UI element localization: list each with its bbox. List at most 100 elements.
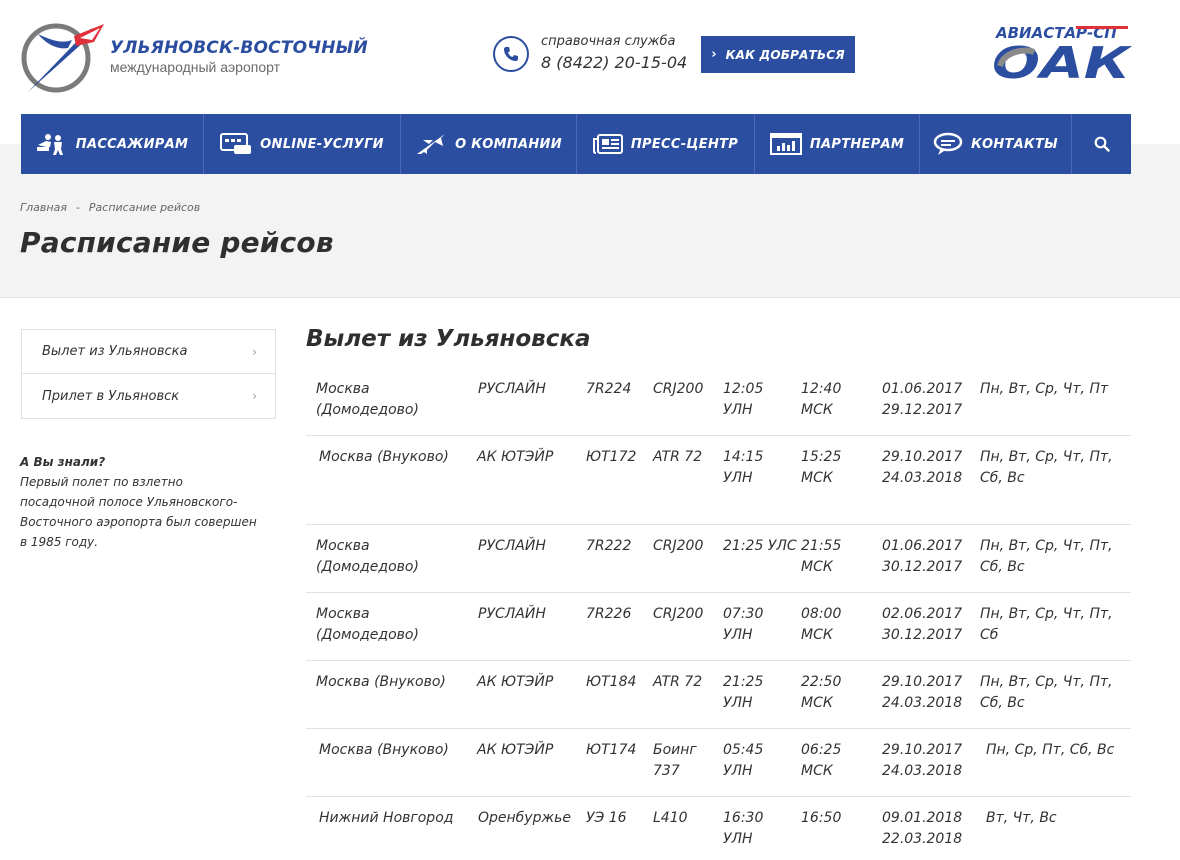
phone-number[interactable]: 8 (8422) 20-15-04 xyxy=(541,53,687,72)
nav-item-partners[interactable]: ПАРТНЕРАМ xyxy=(755,114,920,174)
nav-item-about[interactable]: О КОМПАНИИ xyxy=(401,114,577,174)
flight-number-cell: ЮТ172 xyxy=(586,449,637,465)
arrival-time-cell: 12:40 МСК xyxy=(801,381,842,418)
nav-item-press-center[interactable]: ПРЕСС-ЦЕНТР xyxy=(577,114,755,174)
nav-label: О КОМПАНИИ xyxy=(455,136,562,152)
airport-logo[interactable]: УЛЬЯНОВСК-ВОСТОЧНЫЙ международный аэропо… xyxy=(20,14,380,98)
flight-number-cell: ЮТ184 xyxy=(586,674,637,690)
table-row: Нижний Новгород Оренбуржье УЭ 16 L410 16… xyxy=(306,797,1131,860)
breadcrumb-separator: - xyxy=(75,201,80,214)
departure-time-cell: 12:05 УЛН xyxy=(723,381,764,418)
search-icon xyxy=(1094,136,1110,152)
departure-time-cell: 07:30 УЛН xyxy=(723,606,764,643)
arrival-time-cell: 22:50 МСК xyxy=(801,674,842,711)
nav-label: ПАРТНЕРАМ xyxy=(809,136,905,152)
days-cell: Пн, Ср, Пт, Сб, Вс xyxy=(986,742,1115,758)
flight-number-cell: ЮТ174 xyxy=(586,742,637,758)
airport-name: УЛЬЯНОВСК-ВОСТОЧНЫЙ xyxy=(110,38,368,58)
chat-bubbles-icon xyxy=(933,132,963,155)
airline-cell: РУСЛАЙН xyxy=(478,606,546,622)
aircraft-cell: L410 xyxy=(653,810,688,826)
phone-label: справочная служба xyxy=(541,34,676,49)
days-cell: Пн, Вт, Ср, Чт, Пт, Сб, Вс xyxy=(980,674,1113,711)
chart-icon xyxy=(769,133,802,155)
table-row: Москва (Домодедово) РУСЛАЙН 7R226 CRJ200… xyxy=(306,593,1131,661)
period-cell: 29.10.2017 24.03.2018 xyxy=(882,449,963,486)
sidebar-item-departures[interactable]: Вылет из Ульяновска › xyxy=(22,330,275,374)
airplane-icon xyxy=(417,134,446,154)
did-you-know-text: Первый полет по взлетно посадочной полос… xyxy=(20,475,257,549)
page-title: Расписание рейсов xyxy=(20,226,334,259)
nav-item-passengers[interactable]: ПАССАЖИРАМ xyxy=(21,114,204,174)
airport-subtitle: международный аэропорт xyxy=(110,59,281,75)
destination-cell: Москва (Домодедово) xyxy=(316,606,419,643)
departure-time-cell: 16:30 УЛН xyxy=(723,810,764,847)
table-row: Москва (Внуково) АК ЮТЭЙР ЮТ172 ATR 72 1… xyxy=(306,436,1131,525)
destination-cell: Москва (Домодедово) xyxy=(316,538,419,575)
destination-cell: Москва (Внуково) xyxy=(319,742,449,758)
nav-label: ONLINE-УСЛУГИ xyxy=(260,136,384,152)
destination-cell: Москва (Домодедово) xyxy=(316,381,419,418)
days-cell: Вт, Чт, Вс xyxy=(986,810,1057,826)
main-navigation: ПАССАЖИРАМ ONLINE-УСЛУГИ О КОМПАНИИ ПРЕС… xyxy=(21,114,1131,174)
nav-label: ПАССАЖИРАМ xyxy=(75,136,189,152)
days-cell: Пн, Вт, Ср, Чт, Пт, Сб, Вс xyxy=(980,538,1113,575)
newspaper-icon xyxy=(592,134,623,154)
arrival-time-cell: 21:55 МСК xyxy=(801,538,842,575)
destination-cell: Нижний Новгород xyxy=(319,810,454,826)
departure-time-cell: 05:45 УЛН xyxy=(723,742,764,779)
period-cell: 01.06.2017 30.12.2017 xyxy=(882,538,963,575)
table-row: Москва (Домодедово) РУСЛАЙН 7R222 CRJ200… xyxy=(306,525,1131,593)
nav-label: ПРЕСС-ЦЕНТР xyxy=(630,136,739,152)
period-cell: 29.10.2017 24.03.2018 xyxy=(882,674,963,711)
site-header: УЛЬЯНОВСК-ВОСТОЧНЫЙ международный аэропо… xyxy=(0,0,1180,114)
nav-item-online-services[interactable]: ONLINE-УСЛУГИ xyxy=(204,114,401,174)
aircraft-cell: CRJ200 xyxy=(653,381,704,397)
sidebar-item-label: Прилет в Ульяновск xyxy=(42,388,180,404)
departure-time-cell: 21:25 УЛН xyxy=(723,674,764,711)
sidebar-item-arrivals[interactable]: Прилет в Ульяновск › xyxy=(22,374,275,418)
aviastar-oak-logo[interactable]: АВИАСТАР-СП ОАК xyxy=(992,22,1134,89)
airline-cell: АК ЮТЭЙР xyxy=(477,449,554,465)
nav-item-contacts[interactable]: КОНТАКТЫ xyxy=(920,114,1072,174)
aircraft-cell: CRJ200 xyxy=(653,538,704,554)
did-you-know-title: А Вы знали? xyxy=(20,455,106,469)
aircraft-cell: Боинг 737 xyxy=(653,742,697,779)
departure-time-cell: 21:25 УЛС xyxy=(723,538,797,554)
destination-cell: Москва (Внуково) xyxy=(319,449,449,465)
flight-number-cell: УЭ 16 xyxy=(586,810,627,826)
sidebar-item-label: Вылет из Ульяновска xyxy=(42,344,188,359)
arrival-time-cell: 06:25 МСК xyxy=(801,742,842,779)
aircraft-cell: ATR 72 xyxy=(653,449,703,465)
departure-time-cell: 14:15 УЛН xyxy=(723,449,764,486)
airline-cell: Оренбуржье xyxy=(478,810,571,826)
chevron-right-icon: › xyxy=(711,47,717,62)
airline-cell: РУСЛАЙН xyxy=(478,538,546,554)
how-to-get-label: КАК ДОБРАТЬСЯ xyxy=(725,47,845,62)
flight-number-cell: 7R222 xyxy=(586,538,632,554)
sidebar-menu: Вылет из Ульяновска › Прилет в Ульяновск… xyxy=(21,329,276,419)
did-you-know-block: А Вы знали? Первый полет по взлетно поса… xyxy=(20,452,260,552)
period-cell: 02.06.2017 30.12.2017 xyxy=(882,606,963,643)
how-to-get-button[interactable]: › КАК ДОБРАТЬСЯ xyxy=(701,36,855,73)
arrival-time-cell: 08:00 МСК xyxy=(801,606,842,643)
arrival-time-cell: 16:50 xyxy=(801,810,842,826)
help-desk-phone: справочная служба 8 (8422) 20-15-04 xyxy=(493,34,693,78)
period-cell: 09.01.2018 22.03.2018 xyxy=(882,810,963,847)
airline-cell: РУСЛАЙН xyxy=(478,381,546,397)
airline-cell: АК ЮТЭЙР xyxy=(477,742,554,758)
period-cell: 01.06.2017 29.12.2017 xyxy=(882,381,963,418)
phone-icon xyxy=(493,36,529,72)
airline-cell: АК ЮТЭЙР xyxy=(477,674,554,690)
arrival-time-cell: 15:25 МСК xyxy=(801,449,842,486)
flight-number-cell: 7R226 xyxy=(586,606,632,622)
aircraft-cell: ATR 72 xyxy=(653,674,703,690)
table-row: Москва (Внуково) АК ЮТЭЙР ЮТ174 Боинг 73… xyxy=(306,729,1131,797)
nav-label: КОНТАКТЫ xyxy=(971,136,1058,152)
table-row: Москва (Домодедово) РУСЛАЙН 7R224 CRJ200… xyxy=(306,368,1131,436)
online-services-icon xyxy=(220,133,252,154)
breadcrumb-home-link[interactable]: Главная xyxy=(20,201,67,214)
breadcrumb-current: Расписание рейсов xyxy=(88,201,201,214)
chevron-right-icon: › xyxy=(252,344,257,359)
nav-search-button[interactable] xyxy=(1072,114,1131,174)
